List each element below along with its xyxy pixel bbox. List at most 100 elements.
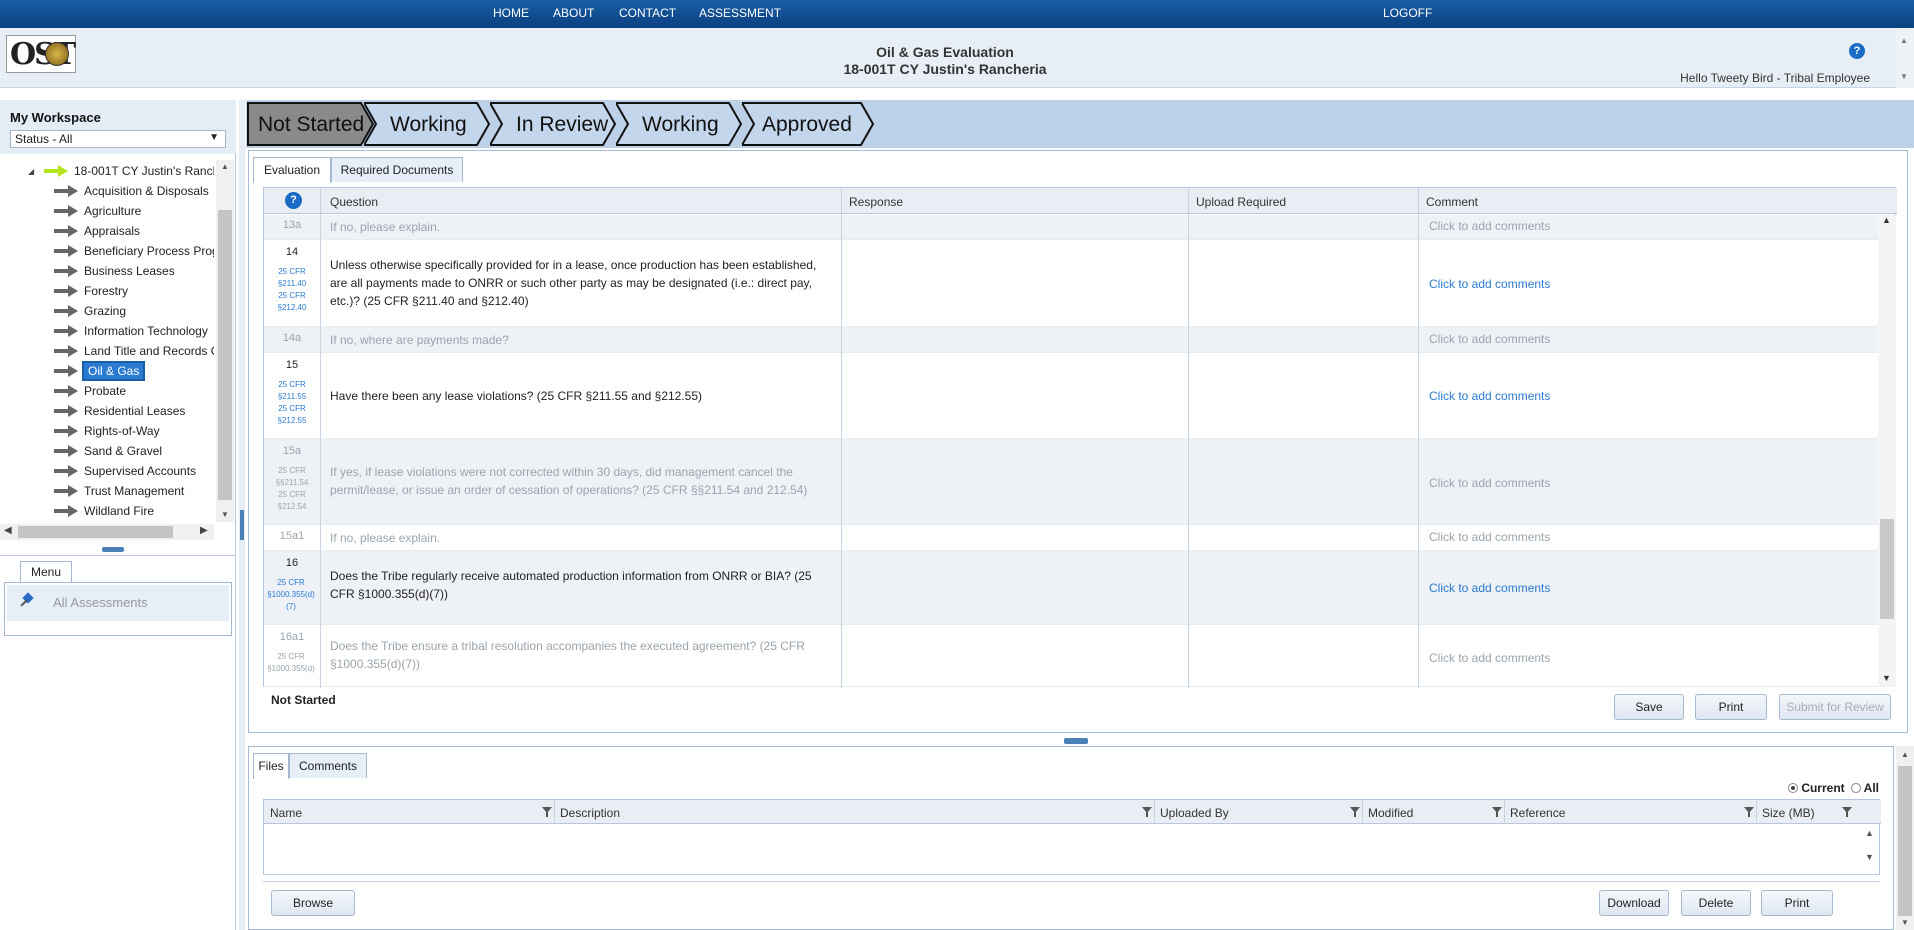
tree-item[interactable]: Forestry xyxy=(54,282,128,300)
row-cfr-link[interactable]: 25 CFR §212.40 xyxy=(264,290,320,314)
download-button[interactable]: Download xyxy=(1599,890,1669,916)
col-response[interactable]: Response xyxy=(849,195,903,209)
filter-icon[interactable] xyxy=(1142,807,1152,817)
tree-item[interactable]: Beneficiary Process Program xyxy=(54,242,214,260)
status-filter-select[interactable]: Status - All ▼ xyxy=(10,130,226,148)
tree-item[interactable]: Trust Management xyxy=(54,482,184,500)
col-comment[interactable]: Comment xyxy=(1426,195,1478,209)
scroll-thumb[interactable] xyxy=(1880,519,1894,619)
row-cfr-link[interactable]: 25 CFR §212.55 xyxy=(264,403,320,427)
files-grid-scrollbar[interactable]: ▲ ▼ xyxy=(1861,824,1879,874)
scroll-thumb[interactable] xyxy=(18,526,173,538)
row-cfr-link[interactable]: 25 CFR §211.55 xyxy=(264,379,320,403)
submit-for-review-button[interactable]: Submit for Review xyxy=(1779,694,1891,720)
tree-item[interactable]: Agriculture xyxy=(54,202,141,220)
row-cfr-link[interactable]: 25 CFR §§211.54 xyxy=(264,465,320,489)
filter-icon[interactable] xyxy=(542,807,552,817)
print-button[interactable]: Print xyxy=(1695,694,1767,720)
row-cfr-link[interactable]: 25 CFR §1000.355(d)(7) xyxy=(264,577,318,613)
col-question[interactable]: Question xyxy=(330,195,378,209)
row-comment-link[interactable]: Click to add comments xyxy=(1429,277,1550,291)
scroll-thumb[interactable] xyxy=(218,210,232,500)
scroll-up-icon[interactable]: ▲ xyxy=(1865,828,1874,838)
scroll-down-icon[interactable]: ▼ xyxy=(221,510,229,519)
col-upload-required[interactable]: Upload Required xyxy=(1196,195,1286,209)
filter-icon[interactable] xyxy=(1492,807,1502,817)
scroll-right-icon[interactable]: ▶ xyxy=(200,525,208,536)
radio-unchecked-icon[interactable] xyxy=(1850,783,1861,793)
scroll-thumb[interactable] xyxy=(1898,766,1912,916)
filter-icon[interactable] xyxy=(1350,807,1360,817)
row-cfr-link[interactable]: 25 CFR §211.40 xyxy=(264,266,320,290)
nav-home-link[interactable]: HOME xyxy=(493,6,529,20)
tree-item[interactable]: Rights-of-Way xyxy=(54,422,160,440)
page-scrollbar[interactable]: ▲ ▼ xyxy=(1896,746,1914,930)
splitter-grip[interactable] xyxy=(240,510,244,540)
tree-item[interactable]: Wildland Fire xyxy=(54,502,154,520)
scroll-left-icon[interactable]: ◀ xyxy=(4,525,12,536)
menu-item-all-assessments[interactable]: All Assessments xyxy=(7,585,229,621)
row-cfr-link[interactable]: 25 CFR §212.54 xyxy=(264,489,320,513)
tree-collapse-icon[interactable]: ◢ xyxy=(28,167,34,176)
tree-item[interactable]: Appraisals xyxy=(54,222,140,240)
filter-icon[interactable] xyxy=(1744,807,1754,817)
tree-horizontal-scrollbar[interactable]: ◀ ▶ xyxy=(0,524,214,540)
col-reference[interactable]: Reference xyxy=(1510,806,1565,820)
row-comment-link[interactable]: Click to add comments xyxy=(1429,530,1550,544)
filter-icon[interactable] xyxy=(1842,807,1852,817)
tree-item[interactable]: Sand & Gravel xyxy=(54,442,162,460)
files-print-button[interactable]: Print xyxy=(1761,890,1833,916)
tree-item[interactable]: Probate xyxy=(54,382,126,400)
table-row[interactable]: 16a1 25 CFR §1000.355(d) Does the Tribe … xyxy=(264,625,1878,687)
tab-menu[interactable]: Menu xyxy=(20,561,72,583)
nav-logoff-link[interactable]: LOGOFF xyxy=(1383,6,1432,20)
panel-splitter-handle[interactable] xyxy=(1064,738,1088,744)
dropdown-arrow-icon[interactable]: ▼ xyxy=(209,132,219,143)
radio-checked-icon[interactable] xyxy=(1788,783,1799,793)
vertical-splitter[interactable] xyxy=(239,100,245,930)
col-size[interactable]: Size (MB) xyxy=(1762,806,1815,820)
tree-item[interactable]: Information Technology xyxy=(54,322,208,340)
col-modified[interactable]: Modified xyxy=(1368,806,1413,820)
save-button[interactable]: Save xyxy=(1614,694,1684,720)
nav-assessment-link[interactable]: ASSESSMENT xyxy=(699,6,781,20)
radio-all[interactable]: All xyxy=(1850,781,1879,795)
tab-files[interactable]: Files xyxy=(253,753,289,779)
row-comment-link[interactable]: Click to add comments xyxy=(1429,389,1550,403)
row-comment-link[interactable]: Click to add comments xyxy=(1429,581,1550,595)
table-row[interactable]: 15 25 CFR §211.55 25 CFR §212.55 Have th… xyxy=(264,353,1878,439)
scroll-down-icon[interactable]: ▼ xyxy=(1865,852,1874,862)
nav-contact-link[interactable]: CONTACT xyxy=(619,6,676,20)
question-help-icon[interactable]: ? xyxy=(285,192,302,209)
grid-scrollbar[interactable]: ▲ ▼ xyxy=(1878,215,1896,687)
table-row[interactable]: 14 25 CFR §211.40 25 CFR §212.40 Unless … xyxy=(264,240,1878,327)
tree-item[interactable]: Grazing xyxy=(54,302,126,320)
scroll-down-icon[interactable]: ▼ xyxy=(1900,72,1908,81)
row-comment-link[interactable]: Click to add comments xyxy=(1429,476,1550,490)
help-icon[interactable]: ? xyxy=(1849,43,1865,59)
table-row[interactable]: 15a 25 CFR §§211.54 25 CFR §212.54 If ye… xyxy=(264,439,1878,525)
table-row[interactable]: 13a If no, please explain. Click to add … xyxy=(264,215,1878,240)
scroll-up-icon[interactable]: ▲ xyxy=(1900,36,1908,45)
scroll-up-icon[interactable]: ▲ xyxy=(221,162,229,171)
delete-button[interactable]: Delete xyxy=(1681,890,1751,916)
browse-button[interactable]: Browse xyxy=(271,890,355,916)
table-row[interactable]: 16 25 CFR §1000.355(d)(7) Does the Tribe… xyxy=(264,551,1878,625)
row-comment-link[interactable]: Click to add comments xyxy=(1429,651,1550,665)
tree-item[interactable]: Business Leases xyxy=(54,262,175,280)
col-name[interactable]: Name xyxy=(270,806,302,820)
header-scrollbar[interactable]: ▲ ▼ xyxy=(1896,28,1914,88)
panel-splitter-handle[interactable] xyxy=(102,547,124,552)
col-uploaded-by[interactable]: Uploaded By xyxy=(1160,806,1229,820)
tree-item[interactable]: Acquisition & Disposals xyxy=(54,182,209,200)
scroll-up-icon[interactable]: ▲ xyxy=(1882,215,1891,225)
table-row[interactable]: 15a1 If no, please explain. Click to add… xyxy=(264,525,1878,551)
col-description[interactable]: Description xyxy=(560,806,620,820)
row-cfr-link[interactable]: 25 CFR §1000.355(d) xyxy=(264,651,318,675)
tree-item[interactable]: Supervised Accounts xyxy=(54,462,196,480)
table-row[interactable]: 14a If no, where are payments made? Clic… xyxy=(264,327,1878,353)
nav-about-link[interactable]: ABOUT xyxy=(553,6,594,20)
tab-required-documents[interactable]: Required Documents xyxy=(331,157,463,182)
row-comment-link[interactable]: Click to add comments xyxy=(1429,332,1550,346)
scroll-down-icon[interactable]: ▼ xyxy=(1901,918,1909,927)
